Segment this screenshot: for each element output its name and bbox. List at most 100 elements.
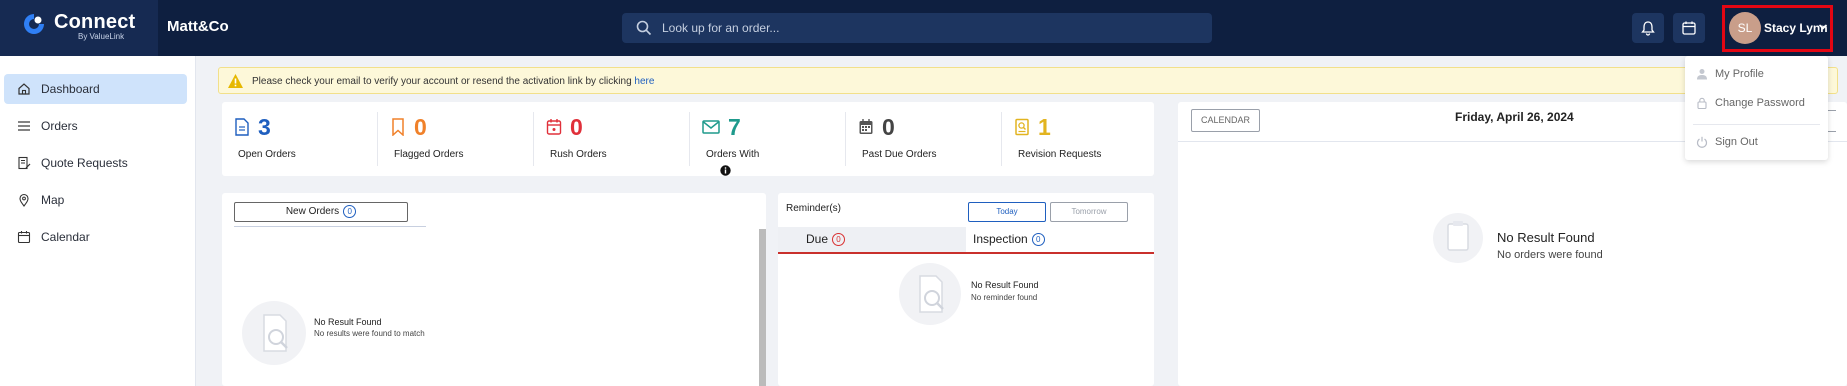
map-pin-icon [19, 193, 29, 207]
logo-subtext: By ValueLink [78, 32, 125, 41]
empty-state-subtitle: No orders were found [1497, 249, 1603, 261]
sidebar-item-label: Map [41, 193, 65, 207]
clipboard-icon [1447, 221, 1469, 251]
order-stats-card: 3 Open Orders 0 Flagged Orders 0 Rush Or… [222, 102, 1154, 176]
stat-label: Rush Orders [550, 149, 607, 160]
top-bar: Connect By ValueLink Matt&Co SL Stacy Ly… [0, 0, 1847, 56]
company-name: Matt&Co [167, 18, 229, 35]
sidebar: Dashboard Orders Quote Requests Map Cale… [0, 56, 196, 386]
calendar-view-button[interactable]: CALENDAR [1191, 109, 1260, 132]
reminders-panel: Reminder(s) Today Tomorrow Due 0 Inspecti… [778, 193, 1154, 386]
inspection-count-badge: 0 [1031, 233, 1045, 247]
tab-new-orders[interactable]: New Orders 0 [234, 202, 408, 222]
stat-revision-requests[interactable]: 1 Revision Requests [1002, 102, 1154, 176]
document-search-icon [263, 314, 288, 352]
alert-message: Please check your email to verify your a… [252, 76, 654, 87]
orders-panel: New Orders 0 No Result Found No results w… [222, 193, 766, 386]
due-count-badge: 0 [832, 233, 846, 247]
empty-state-subtitle: No reminder found [971, 293, 1038, 302]
divider [1693, 124, 1820, 125]
menu-item-my-profile[interactable]: My Profile [1685, 63, 1828, 85]
tab-underline [778, 252, 1154, 254]
stat-past-due-orders[interactable]: 0 Past Due Orders [846, 102, 1002, 176]
search-icon [636, 20, 652, 36]
lock-icon [1697, 97, 1707, 109]
connect-logo-icon [24, 14, 44, 34]
stat-orders-with[interactable]: 7 Orders With [690, 102, 846, 176]
warning-icon [228, 74, 243, 88]
search-doc-icon [1015, 118, 1029, 136]
stat-open-orders[interactable]: 3 Open Orders [222, 102, 378, 176]
stat-flagged-orders[interactable]: 0 Flagged Orders [378, 102, 534, 176]
today-button[interactable]: Today [968, 202, 1046, 222]
tab-due[interactable]: Due 0 [778, 227, 966, 252]
stat-label-text: Orders With [706, 149, 760, 160]
empty-state-title: No Result Found [971, 280, 1039, 290]
list-icon [18, 121, 30, 131]
empty-state-subtitle: No results were found to match [314, 329, 425, 338]
empty-state-illustration [899, 263, 961, 325]
menu-item-sign-out[interactable]: Sign Out [1685, 131, 1828, 153]
sidebar-item-dashboard[interactable]: Dashboard [4, 74, 187, 104]
avatar[interactable]: SL [1729, 12, 1761, 44]
tab-label: Due 0 [806, 232, 846, 247]
sidebar-item-label: Dashboard [41, 82, 100, 96]
tab-label-text: Inspection [973, 232, 1028, 246]
stat-value: 0 [882, 114, 895, 140]
sidebar-item-label: Orders [41, 119, 78, 133]
scrollbar[interactable] [759, 229, 766, 386]
tab-label: Inspection 0 [973, 232, 1045, 247]
logo[interactable]: Connect By ValueLink [0, 0, 158, 56]
user-dropdown-menu: My Profile Change Password Sign Out [1685, 56, 1828, 160]
tomorrow-button[interactable]: Tomorrow [1050, 202, 1128, 222]
logo-text: Connect [54, 11, 136, 33]
search-input[interactable] [662, 13, 1202, 43]
stat-value: 0 [414, 114, 427, 140]
menu-item-label: Sign Out [1715, 136, 1758, 148]
info-icon[interactable] [720, 165, 731, 176]
notifications-button[interactable] [1632, 13, 1664, 43]
sidebar-item-label: Calendar [41, 230, 90, 244]
document-search-icon [919, 275, 944, 313]
quote-icon [18, 156, 31, 170]
stat-value: 3 [258, 114, 271, 140]
power-icon [1696, 136, 1708, 148]
bell-icon [1641, 21, 1655, 36]
alert-text: Please check your email to verify your a… [252, 76, 635, 87]
empty-state-illustration [242, 301, 306, 365]
verify-email-alert: Please check your email to verify your a… [218, 67, 1838, 94]
sidebar-item-quote-requests[interactable]: Quote Requests [4, 148, 187, 178]
tab-inspection[interactable]: Inspection 0 [966, 227, 1154, 252]
calendar-icon [17, 231, 31, 244]
resend-activation-link[interactable]: here [634, 76, 654, 87]
stat-label: Past Due Orders [862, 149, 937, 160]
menu-item-label: My Profile [1715, 68, 1764, 80]
person-icon [1697, 69, 1707, 80]
calendar-alert-icon [546, 119, 562, 135]
mail-icon [702, 120, 720, 134]
stat-value: 1 [1038, 114, 1051, 140]
stat-label: Open Orders [238, 149, 296, 160]
tab-label-text: Due [806, 232, 829, 246]
sidebar-item-label: Quote Requests [41, 156, 128, 170]
stat-label: Orders With [706, 149, 760, 176]
stat-label: Revision Requests [1018, 149, 1102, 160]
menu-item-change-password[interactable]: Change Password [1685, 92, 1828, 114]
stat-value: 7 [728, 114, 741, 140]
menu-item-label: Change Password [1715, 97, 1805, 109]
calendar-icon [1682, 21, 1696, 35]
search-bar [622, 13, 1212, 43]
calendar-grid-icon [859, 119, 873, 134]
sidebar-item-map[interactable]: Map [4, 185, 187, 215]
stat-value: 0 [570, 114, 583, 140]
sidebar-item-calendar[interactable]: Calendar [4, 222, 187, 252]
tab-label: New Orders [285, 206, 340, 217]
calendar-button[interactable] [1673, 13, 1705, 43]
new-orders-count-badge: 0 [343, 204, 357, 218]
stat-rush-orders[interactable]: 0 Rush Orders [534, 102, 690, 176]
sidebar-item-orders[interactable]: Orders [4, 111, 187, 141]
document-icon [235, 118, 249, 136]
calendar-date: Friday, April 26, 2024 [1455, 110, 1574, 124]
empty-state-title: No Result Found [1497, 230, 1595, 245]
chevron-down-icon[interactable] [1818, 23, 1828, 31]
